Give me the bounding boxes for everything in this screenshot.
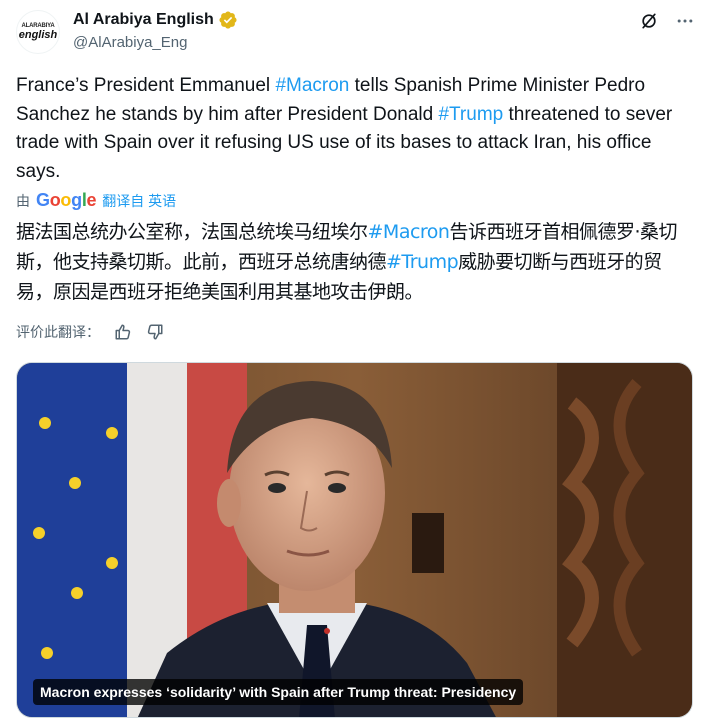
translated-hashtag-macron-link[interactable]: #Macron (368, 221, 450, 243)
handle[interactable]: @AlArabiya_Eng (73, 34, 187, 51)
thumbs-up-icon[interactable] (114, 323, 132, 341)
macron-photo (17, 363, 692, 717)
grok-icon[interactable] (638, 10, 660, 32)
display-name[interactable]: Al Arabiya English (73, 11, 214, 29)
hashtag-trump-link[interactable]: #Trump (438, 104, 503, 125)
translated-text-segment: 据法国总统办公室称，法国总统埃马纽埃尔 (16, 221, 368, 243)
tweet-text-segment: France’s President Emmanuel (16, 75, 276, 96)
more-icon[interactable] (674, 10, 696, 32)
translated-hashtag-trump-link[interactable]: #Trump (386, 251, 459, 273)
translated-text: 据法国总统办公室称，法国总统埃马纽埃尔#Macron告诉西班牙首相佩德罗·桑切斯… (16, 217, 696, 307)
name-row: Al Arabiya English (73, 10, 238, 30)
avatar[interactable]: ALARABIYA english (16, 10, 60, 54)
translated-by-label: 由 (16, 192, 30, 209)
rate-translation-row: 评价此翻译： (16, 322, 164, 342)
translated-from-link[interactable]: 翻译自 英语 (102, 191, 176, 211)
tweet-media-image[interactable] (16, 362, 693, 718)
media-caption: Macron expresses ‘solidarity’ with Spain… (33, 679, 524, 705)
hashtag-macron-link[interactable]: #Macron (275, 75, 349, 96)
tweet-text: France’s President Emmanuel #Macron tell… (16, 72, 692, 186)
header-actions (638, 10, 696, 32)
tweet-header: ALARABIYA english Al Arabiya English @Al… (16, 8, 696, 56)
google-logo: Google (36, 190, 97, 210)
thumbs-down-icon[interactable] (146, 323, 164, 341)
verified-badge-icon (219, 11, 237, 29)
rate-translation-label: 评价此翻译： (16, 324, 100, 340)
avatar-text-bottom: english (18, 29, 58, 41)
translated-by-row: 由 Google 翻译自 英语 (16, 190, 176, 211)
